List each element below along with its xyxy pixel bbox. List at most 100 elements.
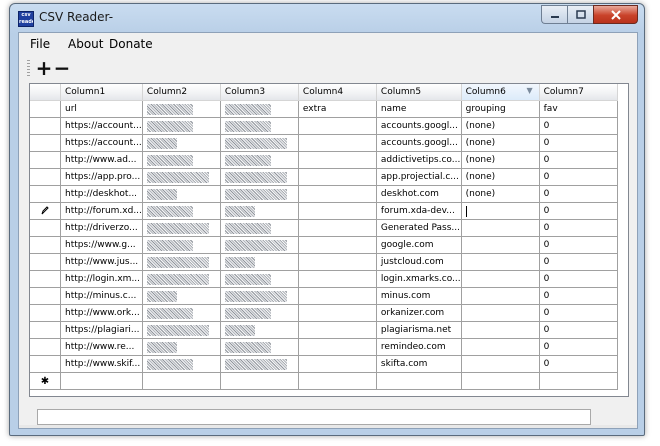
close-button[interactable] [593,5,638,24]
grid-cell[interactable] [539,372,618,390]
grid-cell[interactable] [60,372,143,390]
table-row[interactable]: http://deskhot... deskhot.com (none) 0 [30,185,618,203]
grid-cell[interactable] [142,202,221,220]
row-header[interactable] [30,253,61,271]
grid-cell[interactable] [142,338,221,356]
grid-cell[interactable]: fav [539,100,618,118]
grid-cell[interactable] [142,287,221,305]
grid-cell[interactable]: (none) [461,168,540,186]
grid-cell[interactable]: accounts.googl... [376,117,462,135]
grid-cell[interactable] [220,202,299,220]
grid-cell[interactable]: https://account... [60,117,143,135]
grid-cell[interactable]: remindeo.com [376,338,462,356]
grid-cell[interactable]: 0 [539,236,618,254]
grid-cell[interactable] [142,134,221,152]
grid-cell[interactable] [142,372,221,390]
grid-cell[interactable]: 0 [539,117,618,135]
grid-cell[interactable]: (none) [461,151,540,169]
grid-cell[interactable]: (none) [461,185,540,203]
minimize-button[interactable] [541,5,567,24]
grid-cell[interactable]: google.com [376,236,462,254]
grid-cell[interactable]: deskhot.com [376,185,462,203]
grid-cell[interactable]: plagiarisma.net [376,321,462,339]
grid-cell[interactable]: http://forum.xd... [60,202,143,220]
grid-cell[interactable] [298,151,377,169]
menu-donate[interactable]: Donate [109,37,153,51]
grid-cell[interactable] [298,270,377,288]
row-header[interactable] [30,219,61,237]
grid-cell[interactable] [220,151,299,169]
grid-cell[interactable] [298,219,377,237]
table-row[interactable]: https://www.g... google.com 0 [30,236,618,254]
grid-cell[interactable] [142,117,221,135]
grid-cell[interactable]: https://account... [60,134,143,152]
column-header-3[interactable]: Column3 [220,84,299,101]
grid-cell[interactable] [220,270,299,288]
row-header[interactable] [30,304,61,322]
grid-cell[interactable]: 0 [539,287,618,305]
grid-cell[interactable]: (none) [461,117,540,135]
table-row[interactable]: url extra name grouping fav [30,100,618,118]
grid-cell[interactable]: minus.com [376,287,462,305]
table-row[interactable]: http://www.re... remindeo.com 0 [30,338,618,356]
table-row[interactable]: http://minus.c... minus.com 0 [30,287,618,305]
grid-cell[interactable] [298,321,377,339]
grid-cell[interactable]: accounts.googl... [376,134,462,152]
row-header[interactable] [30,338,61,356]
row-header[interactable] [30,355,61,373]
grid-cell[interactable] [220,168,299,186]
grid-cell[interactable] [142,236,221,254]
table-row[interactable]: https://account... accounts.googl... (none… [30,134,618,152]
table-row[interactable]: https://plagiari... plagiarisma.net 0 [30,321,618,339]
grid-cell[interactable]: extra [298,100,377,118]
grid-cell[interactable]: https://www.g... [60,236,143,254]
grid-cell[interactable]: grouping [461,100,540,118]
grid-cell[interactable] [220,185,299,203]
grid-cell[interactable]: name [376,100,462,118]
grid-cell[interactable]: 0 [539,338,618,356]
grid-cell[interactable] [461,321,540,339]
column-header-5[interactable]: Column5 [376,84,462,101]
grid-cell[interactable] [142,355,221,373]
grid-cell[interactable] [220,219,299,237]
grid-cell[interactable] [298,304,377,322]
grid-cell[interactable] [298,185,377,203]
menu-file[interactable]: File [30,37,50,51]
grid-cell[interactable] [220,355,299,373]
grid-cell[interactable] [376,372,462,390]
row-header[interactable] [30,134,61,152]
grid-cell[interactable] [298,236,377,254]
grid-cell[interactable]: http://www.ad... [60,151,143,169]
table-row[interactable]: http://www.ork... orkanizer.com 0 [30,304,618,322]
grid-cell[interactable]: skifta.com [376,355,462,373]
grid-cell[interactable] [298,372,377,390]
column-header-7[interactable]: Column7 [539,84,618,101]
grid-cell[interactable] [220,338,299,356]
table-row[interactable]: http://www.jus... justcloud.com 0 [30,253,618,271]
table-row[interactable]: https://app.pro... app.projectial.c... (no… [30,168,618,186]
grid-cell[interactable]: http://www.re... [60,338,143,356]
grid-cell[interactable]: https://plagiari... [60,321,143,339]
grid-cell[interactable]: url [60,100,143,118]
grid-cell[interactable]: http://deskhot... [60,185,143,203]
grid-cell[interactable] [142,321,221,339]
grid-cell[interactable] [461,219,540,237]
grid-cell[interactable] [142,253,221,271]
menu-about[interactable]: About [68,37,103,51]
add-row-button[interactable]: + [35,57,53,79]
column-header-2[interactable]: Column2 [142,84,221,101]
row-header[interactable] [30,287,61,305]
grid-cell[interactable]: http://www.jus... [60,253,143,271]
grid-cell[interactable] [220,117,299,135]
grid-cell[interactable] [220,100,299,118]
grid-cell[interactable] [298,355,377,373]
grid-cell[interactable] [142,168,221,186]
grid-cell[interactable]: 0 [539,355,618,373]
grid-cell[interactable]: addictivetips.co... [376,151,462,169]
grid-cell[interactable] [220,236,299,254]
grid-cell[interactable] [461,270,540,288]
table-row[interactable]: http://www.ad... addictivetips.co... (none… [30,151,618,169]
grid-cell[interactable] [298,287,377,305]
toolbar-grip[interactable] [27,60,30,76]
grid-cell[interactable]: 0 [539,253,618,271]
